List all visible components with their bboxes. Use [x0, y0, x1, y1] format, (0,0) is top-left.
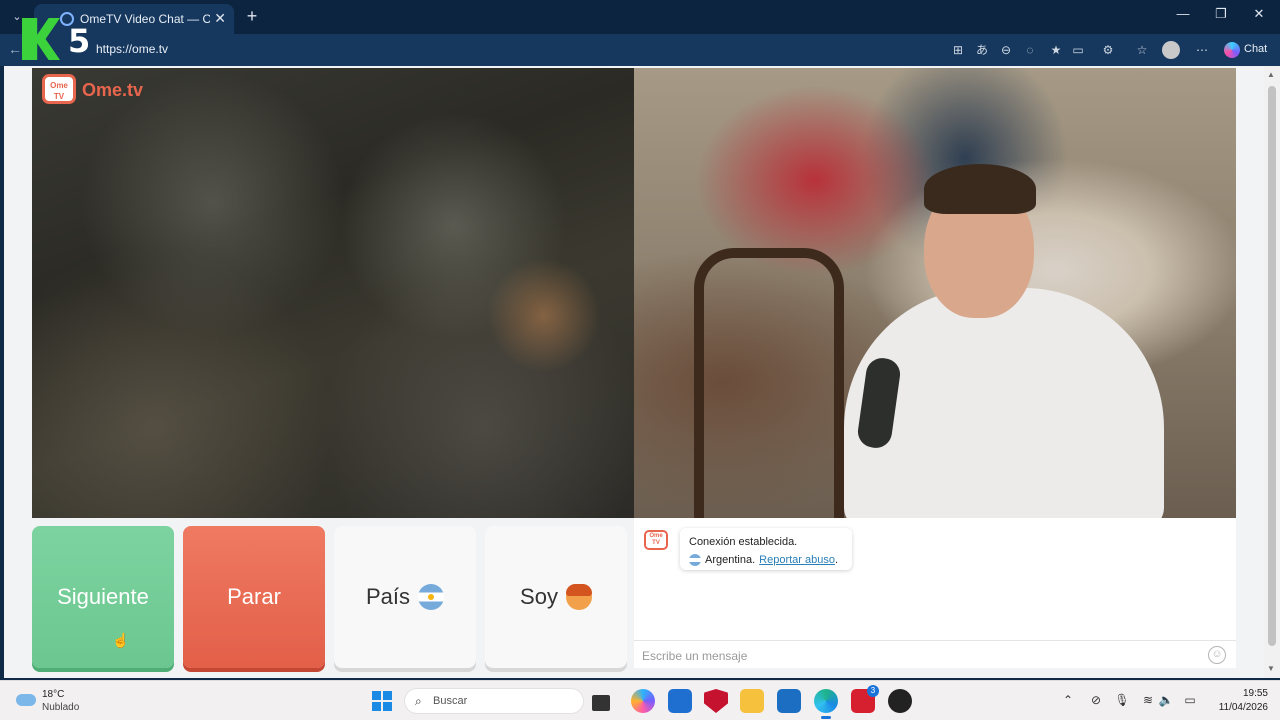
address-bar: ← https://ome.tv ⊞ あ ⊖ ◌ ★ ▭ ⚙ ☆ ⋯ Chat: [0, 34, 1280, 66]
system-message-bubble: Conexión establecida. Argentina. Reporta…: [680, 528, 852, 570]
tab-close-icon[interactable]: ✕: [214, 10, 226, 27]
argentina-flag-small-icon: [689, 554, 701, 566]
new-tab-button[interactable]: +: [242, 6, 262, 26]
connection-message: Conexión establecida.: [689, 536, 798, 548]
windows-start-icon[interactable]: [372, 691, 392, 711]
weather-condition: Nublado: [42, 702, 80, 713]
taskbar-search-label: Buscar: [433, 695, 468, 707]
tracking-icon[interactable]: ◌: [1022, 42, 1038, 58]
channel-watermark: 5: [22, 18, 94, 60]
meet-now-icon[interactable]: ⊘: [1088, 693, 1104, 707]
copilot-icon: [1224, 42, 1240, 58]
scroll-up-icon[interactable]: ▲: [1267, 70, 1275, 79]
favorite-star-icon[interactable]: ★: [1048, 42, 1064, 58]
report-suffix: .: [834, 554, 839, 566]
file-explorer-icon[interactable]: [740, 689, 764, 713]
windows-taskbar: 18°C Nublado ⌕ Buscar 3 ⌃ ⊘ 🎙 ≋ 🔈 ▭ 19:5…: [0, 680, 1280, 720]
edge-browser-icon[interactable]: [814, 689, 838, 719]
zoom-icon[interactable]: ⊖: [998, 42, 1014, 58]
microphone-icon[interactable]: 🎙: [1114, 693, 1130, 707]
stop-button-label: Parar: [227, 584, 281, 609]
stranger-camera-video: [634, 68, 1236, 518]
tab-title: OmeTV Video Chat — Omegl: [80, 12, 210, 26]
gender-select-button[interactable]: Soy: [485, 526, 627, 668]
camera-icon[interactable]: ▭: [1070, 42, 1086, 58]
own-camera-video: [32, 68, 634, 518]
store-icon[interactable]: [668, 689, 692, 713]
page-scrollbar[interactable]: ▲ ▼: [1264, 66, 1280, 678]
app-available-icon[interactable]: ⊞: [950, 42, 966, 58]
show-hidden-icons-chevron-icon[interactable]: ⌃: [1060, 693, 1076, 707]
scrollbar-thumb[interactable]: [1268, 86, 1276, 646]
smiley-icon[interactable]: ☺: [1208, 646, 1226, 664]
l-app-icon[interactable]: 3: [851, 685, 879, 713]
url-field[interactable]: https://ome.tv: [96, 42, 168, 56]
copilot-app-icon[interactable]: [631, 689, 655, 713]
copilot-label: Chat: [1244, 43, 1268, 55]
scroll-down-icon[interactable]: ▼: [1267, 664, 1275, 673]
system-avatar-icon: Ome TV: [644, 530, 668, 550]
weather-temperature: 18°C: [42, 689, 65, 700]
ometv-logo-icon: Ome TV: [42, 74, 76, 104]
video-chair: [694, 248, 844, 518]
ometv-logo-text: Ome.tv: [82, 80, 144, 100]
taskbar-search[interactable]: ⌕ Buscar: [404, 688, 584, 714]
next-button[interactable]: Siguiente: [32, 526, 174, 668]
task-view-icon[interactable]: [592, 695, 610, 711]
gender-button-label: Soy: [520, 584, 558, 609]
wifi-icon[interactable]: ≋: [1140, 693, 1156, 707]
chat-input-row: ☺: [634, 640, 1236, 668]
watermark-number: 5: [68, 22, 91, 60]
browser-tab-strip: ⌄ OmeTV Video Chat — Omegl ✕ + — ❐ ✕: [0, 0, 1280, 34]
chat-panel: Ome TV Conexión establecida. Argentina. …: [634, 518, 1236, 668]
clock-time: 19:55: [1242, 688, 1268, 699]
search-icon: ⌕: [415, 694, 422, 708]
battery-icon[interactable]: ▭: [1182, 693, 1198, 707]
argentina-flag-icon: [418, 584, 445, 610]
report-abuse-link[interactable]: Reportar abuso: [759, 554, 835, 566]
taskbar-clock[interactable]: 19:55 11/04/2026: [1206, 687, 1268, 715]
translate-icon[interactable]: あ: [974, 42, 990, 58]
restore-icon[interactable]: ❐: [1206, 6, 1236, 22]
copilot-chat-button[interactable]: Chat: [1220, 40, 1274, 60]
back-arrow-icon[interactable]: ←: [8, 41, 22, 57]
mouse-cursor-icon: ☝: [112, 632, 130, 648]
minimize-icon[interactable]: —: [1168, 6, 1198, 21]
profile-avatar[interactable]: [1162, 41, 1180, 59]
app-notification-badge: 3: [867, 685, 879, 697]
clock-date: 11/04/2026: [1218, 702, 1268, 713]
outlook-icon[interactable]: [777, 689, 801, 713]
chat-message-input[interactable]: [642, 647, 1182, 665]
next-button-label: Siguiente: [57, 584, 149, 609]
favorites-icon[interactable]: ☆: [1134, 42, 1150, 58]
more-menu-icon[interactable]: ⋯: [1194, 42, 1210, 58]
boy-face-icon: [565, 584, 592, 610]
cloud-icon: [16, 694, 36, 706]
volume-icon[interactable]: 🔈: [1158, 693, 1174, 707]
window-close-icon[interactable]: ✕: [1244, 6, 1274, 22]
watermark-k-icon: [22, 18, 60, 60]
extensions-icon[interactable]: ⚙: [1100, 42, 1116, 58]
country-button-label: País: [365, 584, 411, 609]
stranger-country: Argentina.: [705, 554, 756, 566]
obs-icon[interactable]: [888, 689, 912, 713]
country-filter-button[interactable]: País: [334, 526, 476, 668]
mcafee-icon[interactable]: [704, 689, 728, 713]
video-person-hair: [924, 164, 1036, 214]
stop-button[interactable]: Parar: [183, 526, 325, 668]
